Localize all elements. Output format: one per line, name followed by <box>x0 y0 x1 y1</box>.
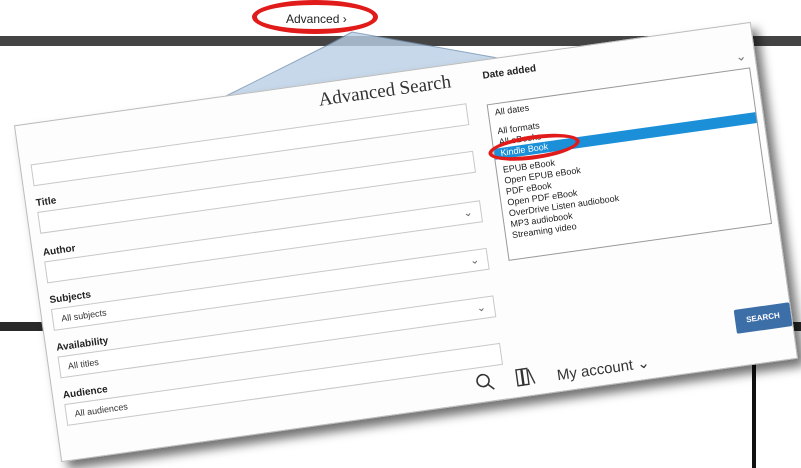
chevron-down-icon: ⌄ <box>475 301 487 315</box>
subjects-value: All subjects <box>60 307 108 324</box>
my-account-menu[interactable]: My account ⌄ <box>556 353 651 384</box>
account-bar: My account ⌄ <box>473 324 795 404</box>
title-label: Title <box>35 195 58 210</box>
books-icon[interactable] <box>514 365 539 394</box>
author-label: Author <box>42 243 77 259</box>
audience-value: All audiences <box>73 401 129 419</box>
advanced-search-panel: Advanced Search Title Author ⌄ Subjects … <box>13 21 799 463</box>
chevron-down-icon: ⌄ <box>469 254 481 268</box>
chevron-down-icon: ⌄ <box>734 47 748 65</box>
chevron-down-icon: ⌄ <box>462 206 474 220</box>
highlight-oval <box>252 0 378 34</box>
availability-value: All titles <box>67 356 100 372</box>
search-icon[interactable] <box>474 371 497 400</box>
